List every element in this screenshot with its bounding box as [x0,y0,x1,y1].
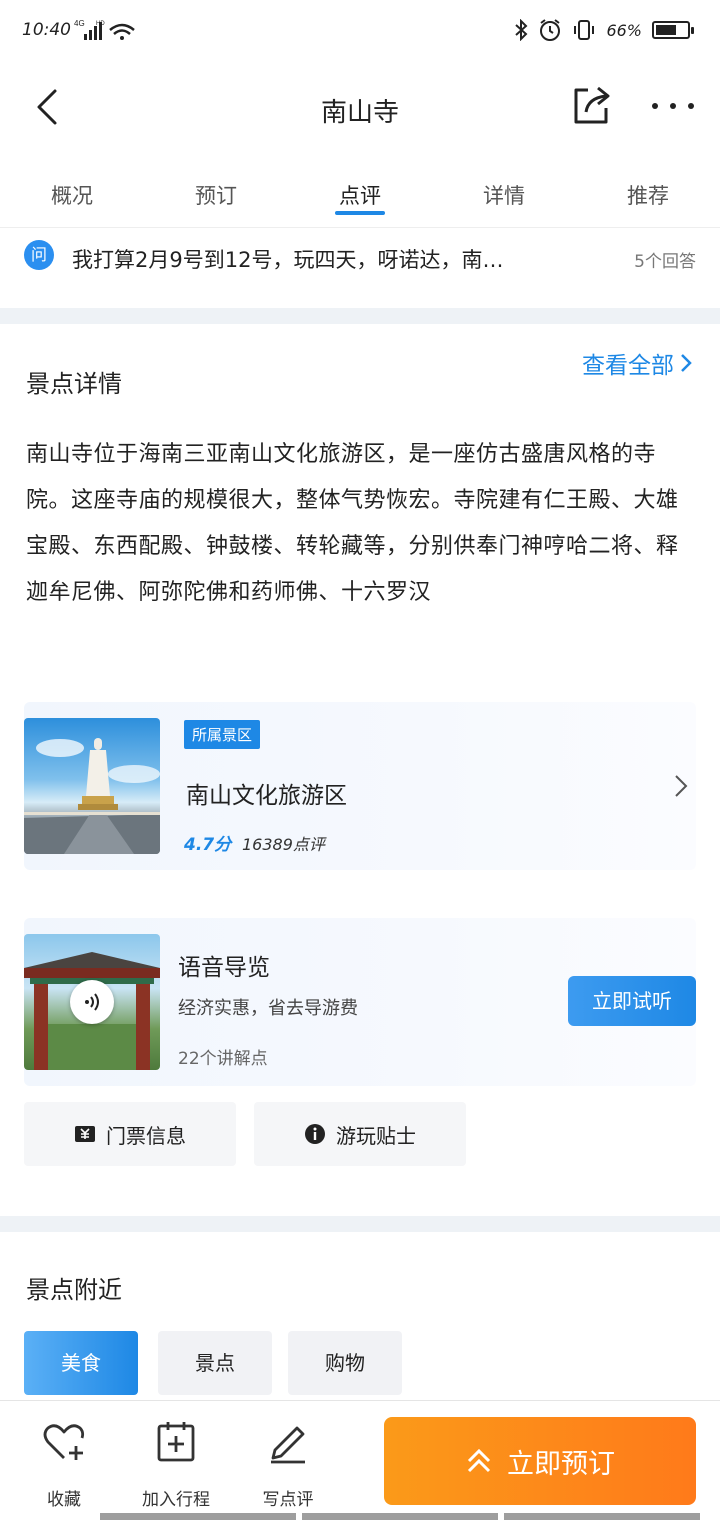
chevron-right-icon [681,354,692,372]
book-now-label: 立即预订 [507,1448,615,1480]
battery-icon [652,21,694,39]
ticket-info-label: 门票信息 [106,1123,186,1148]
status-bar: 10:40 4G HD 66% [0,0,720,64]
tab-recommend[interactable]: 推荐 [576,160,720,227]
tab-bar: 概况 预订 点评 详情 推荐 [0,160,720,228]
favorite-label: 收藏 [47,1490,81,1510]
bottom-action-bar: 收藏 加入行程 写点评 立即预订 [0,1400,720,1520]
share-button[interactable] [570,82,614,128]
share-icon [574,86,610,124]
audio-guide-subtitle: 经济实惠，省去导游费 [178,998,358,1019]
qa-answer-count: 5个回答 [634,252,696,272]
scenic-area-review-count: 16389点评 [242,835,325,854]
section-divider [0,308,720,324]
nearby-tab-food[interactable]: 美食 [24,1331,138,1395]
tips-label: 游玩贴士 [336,1123,416,1148]
status-time: 10:40 [22,20,71,40]
details-title: 景点详情 [26,370,122,398]
signal-icon: 4G HD [74,16,144,46]
scenic-area-badge: 所属景区 [184,720,261,749]
pen-icon [271,1426,305,1464]
battery-text: 66% [606,20,642,40]
more-button[interactable] [648,86,698,126]
audio-guide-points: 22个讲解点 [178,1049,268,1069]
question-icon: 问 [24,240,54,270]
info-icon [305,1124,325,1144]
double-chevron-up-icon [467,1448,491,1473]
qa-item[interactable]: 问 我打算2月9号到12号，玩四天，呀诺达，南… 5个回答 [0,236,720,286]
see-all-link[interactable]: 查看全部 [582,346,692,380]
scenic-area-image [24,718,160,854]
qa-question-text: 我打算2月9号到12号，玩四天，呀诺达，南… [72,248,504,272]
nearby-title: 景点附近 [26,1276,122,1304]
ticket-info-button[interactable]: 门票信息 [24,1102,236,1166]
see-all-label: 查看全部 [582,353,674,379]
scenic-area-rating: 4.7分 [184,835,232,855]
audio-guide-image [24,934,160,1070]
tab-reviews[interactable]: 点评 [288,160,432,227]
write-review-button[interactable]: 写点评 [238,1417,338,1510]
more-dot-icon [670,103,676,109]
svg-text:4G: 4G [74,19,85,28]
audio-play-button[interactable] [70,980,114,1024]
gesture-bar [100,1513,700,1520]
vibrate-icon [574,20,595,40]
chevron-right-icon [675,775,688,797]
tab-overview[interactable]: 概况 [0,160,144,227]
write-review-label: 写点评 [262,1490,314,1510]
ticket-icon [75,1126,95,1142]
tips-button[interactable]: 游玩贴士 [254,1102,466,1166]
audio-guide-title: 语音导览 [178,955,270,981]
nearby-tab-shopping[interactable]: 购物 [288,1331,402,1395]
tab-details[interactable]: 详情 [432,160,576,227]
audio-guide-card[interactable]: 语音导览 经济实惠，省去导游费 22个讲解点 立即试听 [24,918,696,1086]
book-now-button[interactable]: 立即预订 [384,1417,696,1505]
alarm-icon [540,19,561,41]
scenic-area-name: 南山文化旅游区 [186,783,347,809]
status-right: 66% [514,18,694,42]
add-trip-label: 加入行程 [142,1490,210,1510]
favorite-button[interactable]: 收藏 [14,1417,114,1510]
tab-booking[interactable]: 预订 [144,160,288,227]
nearby-tab-sights[interactable]: 景点 [158,1331,272,1395]
scenic-area-card[interactable]: 所属景区 南山文化旅游区 4.7分 16389点评 [24,702,696,870]
more-dot-icon [652,103,658,109]
section-divider [0,1216,720,1232]
add-trip-button[interactable]: 加入行程 [126,1417,226,1510]
bluetooth-icon [515,19,528,41]
try-listen-button[interactable]: 立即试听 [568,976,696,1026]
calendar-add-icon [157,1422,195,1462]
sound-wave-icon [85,993,99,1011]
heart-add-icon [43,1424,85,1460]
nav-bar: 南山寺 [0,64,720,150]
details-description: 南山寺位于海南三亚南山文化旅游区，是一座仿古盛唐风格的寺院。这座寺庙的规模很大，… [26,442,679,605]
more-dot-icon [688,103,694,109]
